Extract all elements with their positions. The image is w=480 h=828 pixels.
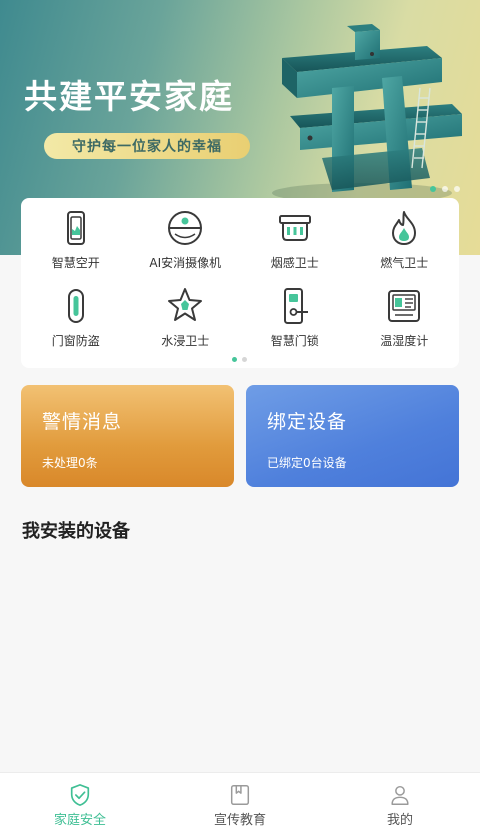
banner-dot — [430, 186, 436, 192]
banner-slogan: 守护每一位家人的幸福 — [44, 133, 250, 159]
device-label: 燃气卫士 — [380, 256, 429, 270]
grid-dot — [232, 357, 237, 362]
tab-home-safety[interactable]: 家庭安全 — [0, 773, 160, 828]
banner-pagination — [430, 186, 460, 192]
book-icon — [230, 785, 250, 805]
device-thermo-hygrometer[interactable]: 温湿度计 — [350, 284, 460, 354]
device-smoke-detector[interactable]: 烟感卫士 — [240, 206, 350, 276]
user-icon — [391, 785, 409, 805]
tab-education[interactable]: 宣传教育 — [160, 773, 320, 828]
gas-flame-icon — [392, 211, 417, 245]
device-grid-pagination — [232, 357, 247, 362]
bottom-tab-bar: 家庭安全 宣传教育 我的 — [0, 772, 480, 828]
alarm-messages-card[interactable]: 警情消息 未处理0条 — [21, 385, 234, 487]
device-gas-guard[interactable]: 燃气卫士 — [350, 206, 460, 276]
device-smart-breaker[interactable]: 智慧空开 — [21, 206, 131, 276]
tab-label: 家庭安全 — [53, 813, 106, 828]
device-label: 智慧空开 — [51, 256, 100, 270]
smart-breaker-icon — [66, 211, 85, 245]
thermo-hygrometer-icon — [388, 290, 421, 322]
alarm-unprocessed-count: 未处理0条 — [42, 456, 98, 470]
tab-label: 宣传教育 — [213, 813, 266, 828]
bind-device-card[interactable]: 绑定设备 已绑定0台设备 — [246, 385, 459, 487]
alarm-title: 警情消息 — [42, 411, 123, 433]
banner-dot — [442, 186, 448, 192]
device-door-window-sensor[interactable]: 门窗防盗 — [21, 284, 131, 354]
smoke-detector-icon — [278, 215, 311, 241]
device-label: 水浸卫士 — [161, 334, 210, 348]
device-water-leak[interactable]: 水浸卫士 — [131, 284, 241, 354]
banner-dot — [454, 186, 460, 192]
bind-title: 绑定设备 — [267, 411, 348, 433]
tab-mine[interactable]: 我的 — [320, 773, 480, 828]
grid-dot — [242, 357, 247, 362]
shield-icon — [70, 784, 90, 806]
device-label: 温湿度计 — [380, 334, 429, 348]
device-category-grid: 智慧空开 AI安消摄像机 烟感卫士 燃气卫士 门窗防盗 水浸卫士 智慧门锁 温湿… — [21, 206, 459, 354]
door-sensor-icon — [67, 289, 84, 323]
device-smart-lock[interactable]: 智慧门锁 — [240, 284, 350, 354]
device-label: 烟感卫士 — [270, 256, 319, 270]
door-lock-icon — [283, 288, 308, 324]
device-label: 智慧门锁 — [270, 334, 319, 348]
banner-house-illustration — [272, 24, 462, 203]
device-label: 门窗防盗 — [51, 334, 100, 348]
tab-label: 我的 — [386, 813, 413, 828]
banner-title: 共建平安家庭 — [24, 77, 234, 116]
device-category-card: 智慧空开 AI安消摄像机 烟感卫士 燃气卫士 门窗防盗 水浸卫士 智慧门锁 温湿… — [21, 198, 459, 368]
water-leak-icon — [168, 288, 203, 321]
my-devices-heading: 我安装的设备 — [22, 521, 130, 542]
device-label: AI安消摄像机 — [149, 256, 222, 270]
bound-device-count: 已绑定0台设备 — [267, 456, 347, 470]
device-ai-camera[interactable]: AI安消摄像机 — [131, 206, 241, 276]
camera-icon — [168, 211, 203, 245]
